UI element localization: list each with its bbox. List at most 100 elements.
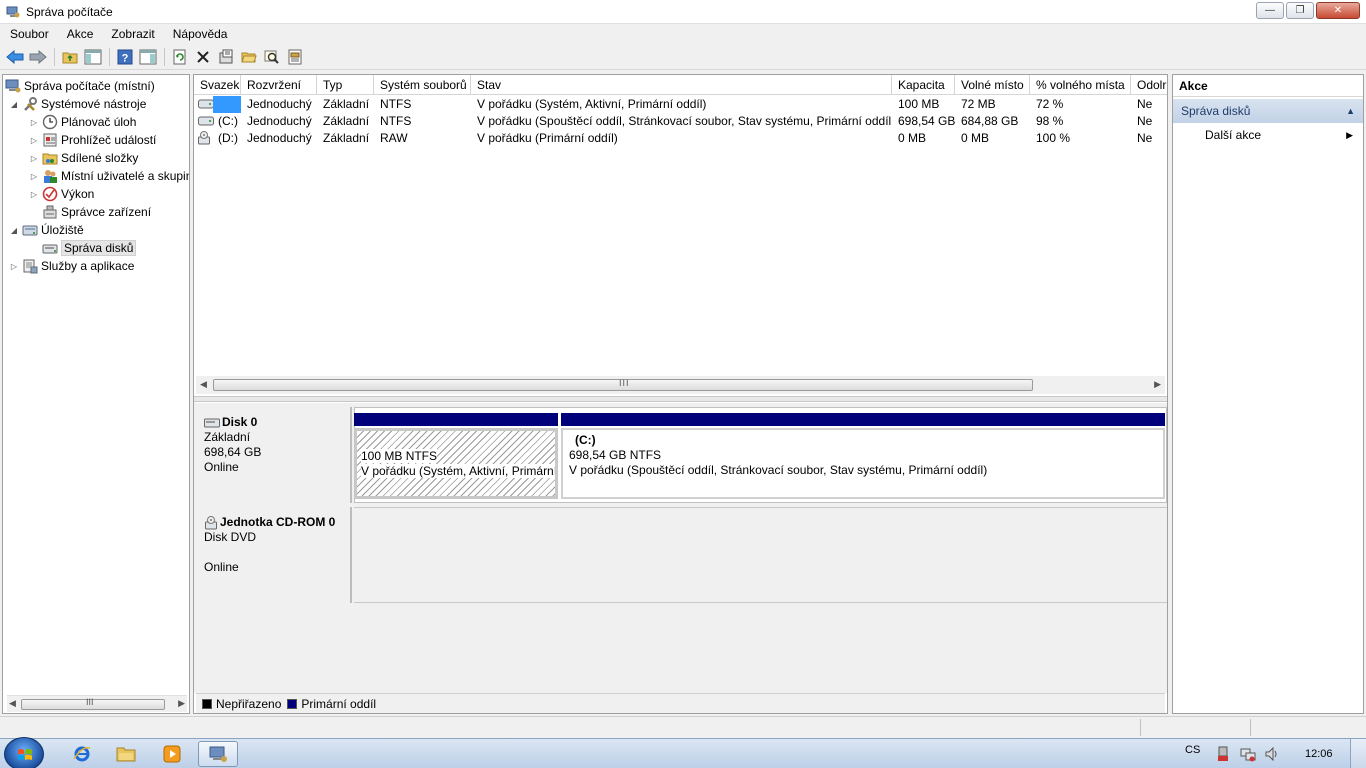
tree-horizontal-scrollbar[interactable]: ◀ III ▶ bbox=[7, 695, 187, 712]
cdrom-0-label[interactable]: Jednotka CD-ROM 0 Disk DVD Online bbox=[196, 507, 352, 603]
legend-item-unallocated: Nepřiřazeno bbox=[202, 697, 281, 711]
scrollbar-thumb[interactable]: III bbox=[213, 378, 1033, 391]
tree-label: Sdílené složky bbox=[61, 151, 139, 165]
maximize-button[interactable]: ❐ bbox=[1286, 2, 1314, 19]
more-actions-item[interactable]: Další akce ▶ bbox=[1173, 123, 1363, 147]
table-row[interactable]: (D:) Jednoduchý Základní RAW V pořádku (… bbox=[194, 130, 1167, 147]
tree-item-storage[interactable]: ◢ Úložiště bbox=[9, 221, 84, 239]
cell-fault-tolerance: Ne bbox=[1137, 114, 1153, 128]
refresh-button[interactable] bbox=[169, 47, 191, 67]
cell-status: V pořádku (Systém, Aktivní, Primární odd… bbox=[477, 97, 707, 111]
column-header-type[interactable]: Typ bbox=[317, 75, 374, 95]
scroll-right-arrow-icon[interactable]: ▶ bbox=[1154, 379, 1161, 390]
tree-label: Správa disků bbox=[61, 240, 137, 256]
tree-item-local-users[interactable]: ▷ Místní uživatelé a skupiny bbox=[29, 167, 189, 185]
expand-arrow-icon[interactable]: ▷ bbox=[29, 136, 39, 145]
table-row[interactable]: Jednoduchý Základní NTFS V pořádku (Syst… bbox=[194, 96, 1167, 113]
delete-button[interactable] bbox=[192, 47, 214, 67]
column-header-free-space[interactable]: Volné místo bbox=[955, 75, 1030, 95]
partition-c[interactable]: (C:) 698,54 GB NTFS V pořádku (Spouštěcí… bbox=[561, 413, 1165, 499]
expand-arrow-icon[interactable]: ▷ bbox=[29, 172, 39, 181]
scroll-left-arrow-icon[interactable]: ◀ bbox=[200, 379, 207, 390]
taskbar-media-player[interactable] bbox=[152, 741, 192, 767]
tree-item-shared-folders[interactable]: ▷ Sdílené složky bbox=[29, 149, 138, 167]
actions-header: Akce bbox=[1173, 75, 1363, 97]
cell-layout: Jednoduchý bbox=[247, 114, 312, 128]
show-hide-tree-button[interactable] bbox=[82, 47, 104, 67]
cell-capacity: 698,54 GB bbox=[898, 114, 955, 128]
tree-item-task-scheduler[interactable]: ▷ Plánovač úloh bbox=[29, 113, 136, 131]
cdrom-0-media-area[interactable] bbox=[354, 507, 1167, 603]
collapse-up-icon[interactable]: ▲ bbox=[1346, 99, 1355, 123]
help-button[interactable]: ? bbox=[114, 47, 136, 67]
open-button[interactable] bbox=[238, 47, 260, 67]
actions-section-disk-management[interactable]: Správa disků ▲ bbox=[1173, 99, 1363, 123]
partition-status: V pořádku (Systém, Aktivní, Primární odd… bbox=[361, 464, 555, 478]
disk-graphical-view: Disk 0 Základní 698,64 GB Online 100 MB … bbox=[194, 403, 1167, 693]
collapse-arrow-icon[interactable]: ◢ bbox=[9, 226, 19, 235]
show-desktop-button[interactable] bbox=[1350, 739, 1366, 768]
column-header-capacity[interactable]: Kapacita bbox=[892, 75, 955, 95]
menu-napoveda[interactable]: Nápověda bbox=[164, 24, 237, 44]
column-header-volume[interactable]: Svazek bbox=[194, 75, 241, 95]
cell-volume: (C:) bbox=[218, 114, 238, 128]
close-button[interactable]: ✕ bbox=[1316, 2, 1360, 19]
properties-button[interactable] bbox=[215, 47, 237, 67]
scroll-right-arrow-icon[interactable]: ▶ bbox=[178, 698, 185, 709]
table-row[interactable]: (C:) Jednoduchý Základní NTFS V pořádku … bbox=[194, 113, 1167, 130]
forward-button[interactable] bbox=[27, 47, 49, 67]
column-header-filesystem[interactable]: Systém souborů bbox=[374, 75, 471, 95]
media-player-icon bbox=[163, 745, 181, 763]
menu-zobrazit[interactable]: Zobrazit bbox=[102, 24, 163, 44]
cd-drive-icon bbox=[205, 515, 217, 529]
expand-arrow-icon[interactable]: ▷ bbox=[29, 154, 39, 163]
menu-akce[interactable]: Akce bbox=[58, 24, 103, 44]
disk-state: Online bbox=[204, 460, 239, 474]
tray-icon-volume[interactable] bbox=[1264, 739, 1280, 768]
tree-item-device-manager[interactable]: Správce zařízení bbox=[42, 203, 151, 221]
minimize-button[interactable]: — bbox=[1256, 2, 1284, 19]
cell-free-space: 684,88 GB bbox=[961, 114, 1019, 128]
start-button[interactable] bbox=[4, 737, 44, 768]
expand-arrow-icon[interactable]: ▷ bbox=[29, 190, 39, 199]
back-button[interactable] bbox=[4, 47, 26, 67]
scroll-left-arrow-icon[interactable]: ◀ bbox=[9, 698, 16, 709]
taskbar-internet-explorer[interactable] bbox=[62, 741, 102, 767]
language-indicator[interactable]: CS bbox=[1185, 739, 1200, 768]
menu-soubor[interactable]: Soubor bbox=[0, 24, 58, 44]
taskbar-computer-management[interactable] bbox=[198, 741, 238, 767]
column-header-percent-free[interactable]: % volného místa bbox=[1030, 75, 1131, 95]
tree-item-services[interactable]: ▷ Služby a aplikace bbox=[9, 257, 134, 275]
column-header-status[interactable]: Stav bbox=[471, 75, 892, 95]
tree-item-event-viewer[interactable]: ▷ Prohlížeč událostí bbox=[29, 131, 156, 149]
show-hide-action-button[interactable] bbox=[137, 47, 159, 67]
collapse-arrow-icon[interactable]: ◢ bbox=[9, 100, 19, 109]
scrollbar-thumb[interactable]: III bbox=[21, 697, 165, 710]
up-folder-icon bbox=[62, 52, 78, 64]
safely-remove-hardware-icon bbox=[1218, 746, 1228, 761]
help-icon: ? bbox=[117, 49, 133, 65]
window-title: Správa počítače bbox=[26, 4, 113, 19]
clock[interactable]: 12:06 bbox=[1305, 739, 1333, 768]
hard-disk-icon bbox=[204, 418, 220, 427]
tree-item-performance[interactable]: ▷ Výkon bbox=[29, 185, 94, 203]
search-button[interactable] bbox=[261, 47, 283, 67]
partition-system-reserved[interactable]: 100 MB NTFS V pořádku (Systém, Aktivní, … bbox=[354, 413, 558, 499]
expand-arrow-icon[interactable]: ▷ bbox=[29, 118, 39, 127]
pane-splitter[interactable] bbox=[194, 396, 1167, 402]
disk-0-label[interactable]: Disk 0 Základní 698,64 GB Online bbox=[196, 407, 352, 503]
column-header-fault-tolerance[interactable]: Odolr bbox=[1131, 75, 1167, 95]
column-header-layout[interactable]: Rozvržení bbox=[241, 75, 317, 95]
navigation-tree-pane: Správa počítače (místní) ◢ Systémové nás… bbox=[2, 74, 190, 714]
disk-properties-button[interactable] bbox=[284, 47, 306, 67]
tray-icon-network[interactable] bbox=[1240, 739, 1256, 768]
up-level-button[interactable] bbox=[59, 47, 81, 67]
tree-item-system-tools[interactable]: ◢ Systémové nástroje bbox=[9, 95, 146, 113]
tree-item-disk-management[interactable]: Správa disků bbox=[42, 239, 137, 257]
tree-item-root[interactable]: Správa počítače (místní) bbox=[5, 77, 155, 95]
tray-icon-usb[interactable] bbox=[1216, 739, 1230, 768]
taskbar-explorer[interactable] bbox=[106, 741, 146, 767]
volume-list-horizontal-scrollbar[interactable]: ◀ III ▶ bbox=[196, 376, 1165, 394]
expand-arrow-icon[interactable]: ▷ bbox=[9, 262, 19, 271]
toolbar-separator bbox=[54, 48, 55, 66]
